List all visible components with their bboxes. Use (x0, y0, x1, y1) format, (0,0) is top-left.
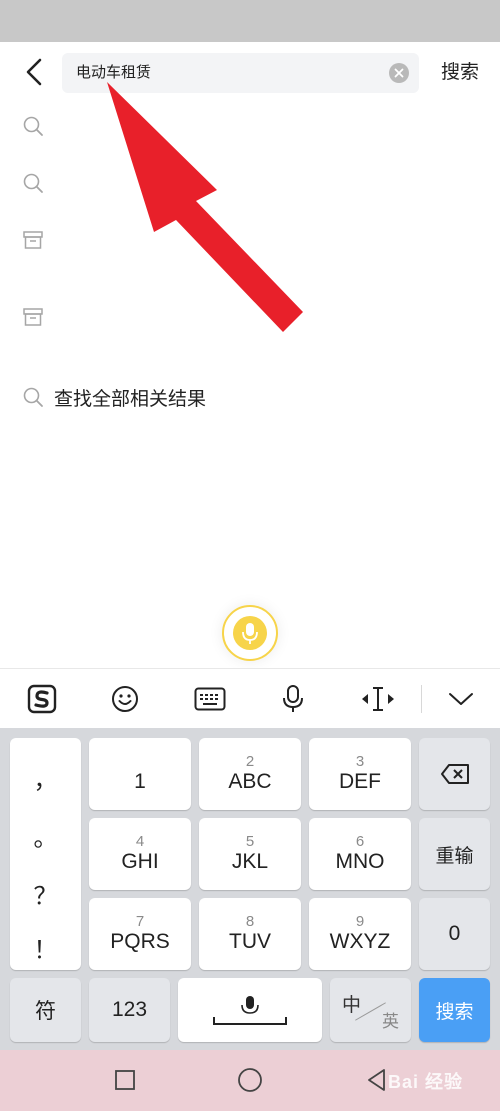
search-icon (23, 173, 43, 193)
search-icon (23, 116, 43, 136)
reinput-key[interactable]: 重输 (419, 818, 490, 890)
key-3[interactable]: 3 DEF (309, 738, 411, 810)
key-6[interactable]: 6 MNO (309, 818, 411, 890)
collapse-keyboard-button[interactable] (436, 669, 486, 729)
close-icon (394, 68, 404, 78)
home-icon (238, 1068, 262, 1092)
sogou-logo-button[interactable] (17, 669, 67, 729)
microphone-icon (233, 616, 267, 650)
watermark-text: Bai 经验 (388, 1072, 464, 1092)
recent-apps-icon (115, 1070, 135, 1090)
keyboard-switch-button[interactable] (185, 669, 235, 729)
home-button[interactable] (235, 1065, 265, 1095)
punct-key[interactable]: ， (10, 760, 81, 795)
sogou-logo-icon (27, 684, 57, 714)
chevron-down-icon (449, 693, 473, 705)
search-query-text: 电动车租赁 (76, 64, 152, 81)
emoji-button[interactable] (100, 669, 150, 729)
key-1[interactable]: 1 (89, 738, 191, 810)
numbers-key[interactable]: 123 (89, 978, 170, 1042)
recent-apps-button[interactable] (110, 1065, 140, 1095)
toolbar-divider (421, 685, 422, 713)
backspace-key[interactable] (419, 738, 490, 810)
key-9[interactable]: 9 WXYZ (309, 898, 411, 970)
search-input[interactable]: 电动车租赁 (62, 53, 419, 93)
suggestion-item[interactable] (18, 168, 48, 198)
lang-zh-label: 中 (342, 995, 362, 1016)
key-4[interactable]: 4 GHI (89, 818, 191, 890)
punct-key[interactable]: ？ (10, 876, 81, 911)
keyboard-toolbar (0, 668, 500, 729)
search-submit-button[interactable]: 搜索 (436, 58, 484, 88)
key-8[interactable]: 8 TUV (199, 898, 301, 970)
status-bar (0, 0, 500, 42)
backspace-icon (440, 764, 469, 784)
symbol-key[interactable]: 符 (10, 978, 81, 1042)
key-7[interactable]: 7 PQRS (89, 898, 191, 970)
suggestion-item[interactable] (18, 111, 48, 141)
back-button[interactable] (18, 56, 50, 88)
cursor-move-icon (362, 687, 394, 711)
keyboard: ， 。 ？ ！ 1 2 ABC 3 DEF 4 GHI 5 JKL 6 MNO 重输 7P… (0, 728, 500, 1050)
watermark: Bai 经验 (378, 1058, 498, 1098)
punctuation-column: ， 。 ？ ！ (10, 738, 81, 970)
language-switch-key[interactable]: 中 英 (330, 978, 411, 1042)
archive-icon (23, 308, 43, 326)
punct-key[interactable]: 。 (10, 818, 81, 853)
key-2[interactable]: 2 ABC (199, 738, 301, 810)
search-enter-key[interactable]: 搜索 (419, 978, 490, 1042)
space-key[interactable] (178, 978, 322, 1042)
voice-input-button[interactable] (222, 605, 278, 661)
space-mic-icon (213, 996, 287, 1025)
punct-key[interactable]: ！ (10, 930, 81, 965)
cursor-move-button[interactable] (353, 669, 403, 729)
language-switch-labels: 中 英 (330, 978, 411, 1042)
find-all-label: 查找全部相关结果 (54, 388, 207, 410)
keyboard-icon (194, 687, 226, 711)
zero-key[interactable]: 0 (419, 898, 490, 970)
lang-en-label: 英 (382, 1012, 399, 1031)
key-5[interactable]: 5 JKL (199, 818, 301, 890)
suggestion-item[interactable] (18, 302, 48, 332)
search-icon (23, 387, 43, 407)
voice-toolbar-button[interactable] (268, 669, 318, 729)
suggestion-item[interactable] (18, 225, 48, 255)
emoji-icon (112, 686, 138, 712)
find-all-results-row[interactable]: 查找全部相关结果 (18, 382, 318, 412)
chevron-left-icon (26, 58, 42, 86)
archive-icon (23, 231, 43, 249)
clear-search-button[interactable] (389, 63, 409, 83)
microphone-icon (283, 685, 303, 712)
